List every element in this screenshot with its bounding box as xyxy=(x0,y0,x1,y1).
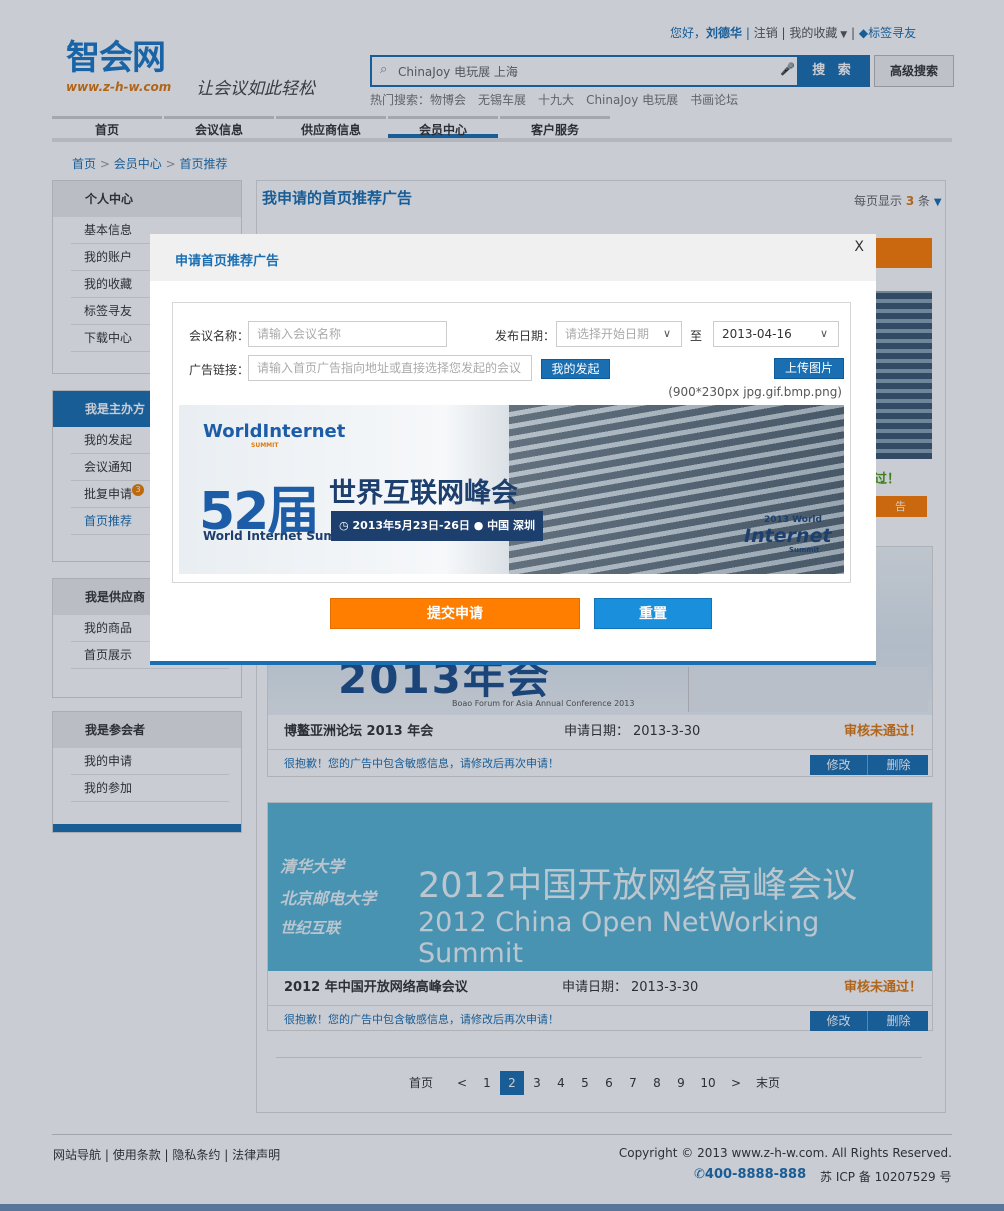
my-launch-button[interactable]: 我的发起 xyxy=(541,359,610,379)
reset-button[interactable]: 重置 xyxy=(594,598,712,629)
preview-title-cn: 世界互联网峰会 xyxy=(329,478,518,509)
location-icon: ● xyxy=(469,519,488,532)
start-date-select[interactable]: 请选择开始日期 ∨ xyxy=(556,321,682,347)
preview-city: 中国 深圳 xyxy=(487,519,535,532)
close-icon[interactable]: X xyxy=(854,239,864,255)
modal-header: 申请首页推荐广告 X xyxy=(150,234,876,281)
apply-form: 会议名称： 请输入会议名称 发布日期： 请选择开始日期 ∨ 至 2013-04-… xyxy=(172,302,851,583)
publish-date-label: 发布日期： xyxy=(495,329,556,343)
end-date-select[interactable]: 2013-04-16 ∨ xyxy=(713,321,839,347)
preview-brand-sub: SUMMIT xyxy=(251,442,279,449)
apply-ad-modal: 申请首页推荐广告 X 会议名称： 请输入会议名称 发布日期： 请选择开始日期 ∨… xyxy=(150,234,876,665)
ad-link-input[interactable]: 请输入首页广告指向地址或直接选择您发起的会议 xyxy=(248,355,532,381)
modal-title: 申请首页推荐广告 xyxy=(175,254,280,269)
start-date-placeholder: 请选择开始日期 xyxy=(565,327,650,341)
preview-corner-sub: Summit xyxy=(789,546,820,554)
upload-image-button[interactable]: 上传图片 xyxy=(774,358,844,379)
ad-preview-image: WorldInternet SUMMIT 52届 World Internet … xyxy=(179,405,844,574)
chevron-down-icon: ∨ xyxy=(662,327,671,340)
chevron-down-icon: ∨ xyxy=(819,327,828,340)
submit-button[interactable]: 提交申请 xyxy=(330,598,580,629)
meeting-name-input[interactable]: 请输入会议名称 xyxy=(248,321,447,347)
preview-corner-year: 2013 World xyxy=(764,515,822,525)
meeting-name-label: 会议名称： xyxy=(189,329,250,343)
preview-date-bar: ◷ 2013年5月23日-26日 ● 中国 深圳 xyxy=(331,511,543,541)
clock-icon: ◷ xyxy=(339,519,353,532)
ad-link-label: 广告链接： xyxy=(189,363,250,377)
end-date-value: 2013-04-16 xyxy=(722,327,792,341)
preview-corner-name: Internet xyxy=(744,525,832,547)
preview-brand: WorldInternet xyxy=(203,421,346,442)
image-size-hint: (900*230px jpg.gif.bmp.png) xyxy=(668,385,842,399)
to-label: 至 xyxy=(690,329,703,343)
preview-date: 2013年5月23日-26日 xyxy=(352,519,470,532)
